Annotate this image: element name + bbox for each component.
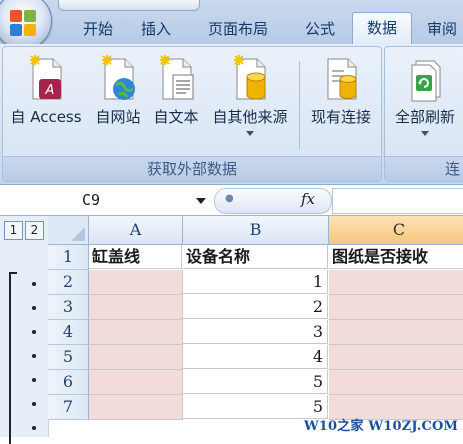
existing-connections-label: 现有连接 xyxy=(310,108,371,126)
formula-bar-grip-icon: ● xyxy=(225,193,234,204)
from-other-sources-label: 自其他来源 xyxy=(212,108,288,126)
ribbon-panel: A 自 Access 自网站 自文本 自其他来源 现有连接 获取外部数据 全部刷… xyxy=(0,44,463,185)
existing-connections-button[interactable]: 现有连接 xyxy=(303,51,379,157)
row-header-6[interactable]: 6 xyxy=(48,370,89,395)
row-header-2[interactable]: 2 xyxy=(48,270,89,295)
cell-b4[interactable]: 3 xyxy=(183,320,328,344)
cell-c4[interactable] xyxy=(329,320,463,345)
from-other-sources-button[interactable]: 自其他来源 xyxy=(205,51,295,157)
connections-group-label: 连 xyxy=(385,156,463,181)
existing-connections-icon xyxy=(327,58,357,100)
refresh-icon xyxy=(411,60,441,102)
row-header-7[interactable]: 7 xyxy=(48,395,89,420)
outline-level-1-button[interactable]: 1 xyxy=(4,221,23,240)
from-access-button[interactable]: A 自 Access xyxy=(5,51,87,157)
formula-input[interactable] xyxy=(332,188,463,214)
outline-dot xyxy=(32,354,36,358)
cell-a5[interactable] xyxy=(89,345,183,370)
svg-text:A: A xyxy=(45,83,55,98)
chevron-down-icon xyxy=(246,131,254,136)
outline-dot xyxy=(32,330,36,334)
formula-bar: C9 ● fx xyxy=(0,185,463,216)
outline-dot xyxy=(32,378,36,382)
worksheet: 1 2 A B C 1 缸盖线 设备名称 图纸是否接收 2 1 3 2 4 3 … xyxy=(0,216,463,444)
row-header-3[interactable]: 3 xyxy=(48,295,89,320)
get-external-data-group: A 自 Access 自网站 自文本 自其他来源 现有连接 获取外部数据 xyxy=(2,46,382,182)
office-logo-icon xyxy=(10,10,36,36)
from-text-label: 自文本 xyxy=(153,108,199,126)
tab-data[interactable]: 数据 xyxy=(352,12,412,46)
cell-c6[interactable] xyxy=(329,370,463,395)
cell-a1[interactable]: 缸盖线 xyxy=(89,245,182,269)
from-web-label: 自网站 xyxy=(95,108,141,126)
get-external-data-group-label: 获取外部数据 xyxy=(3,156,381,181)
ribbon-tab-bar: 开始 插入 页面布局 公式 数据 审阅 xyxy=(0,0,463,50)
outline-dot xyxy=(32,282,36,286)
group-divider xyxy=(299,61,300,149)
quick-access-toolbar[interactable] xyxy=(58,0,200,11)
name-box-value: C9 xyxy=(82,191,101,209)
text-file-icon xyxy=(160,55,194,100)
chevron-down-icon xyxy=(421,131,429,136)
web-page-globe-icon xyxy=(102,55,135,100)
outline-dot xyxy=(32,402,36,406)
tab-review[interactable]: 审阅 xyxy=(416,14,463,44)
outline-dot xyxy=(32,426,36,430)
cell-b1[interactable]: 设备名称 xyxy=(183,245,328,269)
cell-c1[interactable]: 图纸是否接收 xyxy=(329,245,463,269)
cell-b5[interactable]: 4 xyxy=(183,345,328,369)
cell-a2[interactable] xyxy=(89,270,183,295)
insert-function-button[interactable]: fx xyxy=(301,190,315,208)
cell-c3[interactable] xyxy=(329,295,463,320)
cell-b3[interactable]: 2 xyxy=(183,295,328,319)
tab-formulas[interactable]: 公式 xyxy=(294,14,346,44)
office-button[interactable] xyxy=(0,0,52,50)
tab-page-layout[interactable]: 页面布局 xyxy=(190,14,286,44)
cell-b6[interactable]: 5 xyxy=(183,370,328,394)
refresh-all-button[interactable]: 全部刷新 xyxy=(387,51,463,157)
cell-a7[interactable] xyxy=(89,395,183,420)
cell-a3[interactable] xyxy=(89,295,183,320)
cell-b2[interactable]: 1 xyxy=(183,270,328,294)
from-web-button[interactable]: 自网站 xyxy=(89,51,147,157)
from-access-label: 自 Access xyxy=(10,108,82,126)
tab-home[interactable]: 开始 xyxy=(72,14,124,44)
row-header-1[interactable]: 1 xyxy=(48,245,89,270)
access-database-icon: A xyxy=(30,55,62,100)
site-watermark: W10之家 W10ZJ.COM xyxy=(304,419,459,434)
outline-group-bracket[interactable] xyxy=(9,272,17,444)
database-cylinder-icon xyxy=(234,55,266,100)
cell-c2[interactable] xyxy=(329,270,463,295)
formula-controls: ● fx xyxy=(214,188,332,214)
column-header-b[interactable]: B xyxy=(183,216,329,245)
column-header-a[interactable]: A xyxy=(89,216,183,245)
cell-a4[interactable] xyxy=(89,320,183,345)
from-text-button[interactable]: 自文本 xyxy=(147,51,205,157)
select-all-corner[interactable] xyxy=(48,216,89,245)
name-box-dropdown-icon[interactable] xyxy=(196,198,206,204)
row-header-5[interactable]: 5 xyxy=(48,345,89,370)
cell-a6[interactable] xyxy=(89,370,183,395)
outline-dot xyxy=(32,306,36,310)
refresh-all-label: 全部刷新 xyxy=(394,108,455,126)
cell-c5[interactable] xyxy=(329,345,463,370)
name-box[interactable]: C9 xyxy=(4,188,206,212)
connections-group: 全部刷新 连 xyxy=(384,46,463,182)
tab-insert[interactable]: 插入 xyxy=(130,14,182,44)
row-header-4[interactable]: 4 xyxy=(48,320,89,345)
outline-level-2-button[interactable]: 2 xyxy=(25,221,44,240)
column-header-c[interactable]: C xyxy=(329,216,463,245)
outline-bar: 1 2 xyxy=(0,216,49,444)
